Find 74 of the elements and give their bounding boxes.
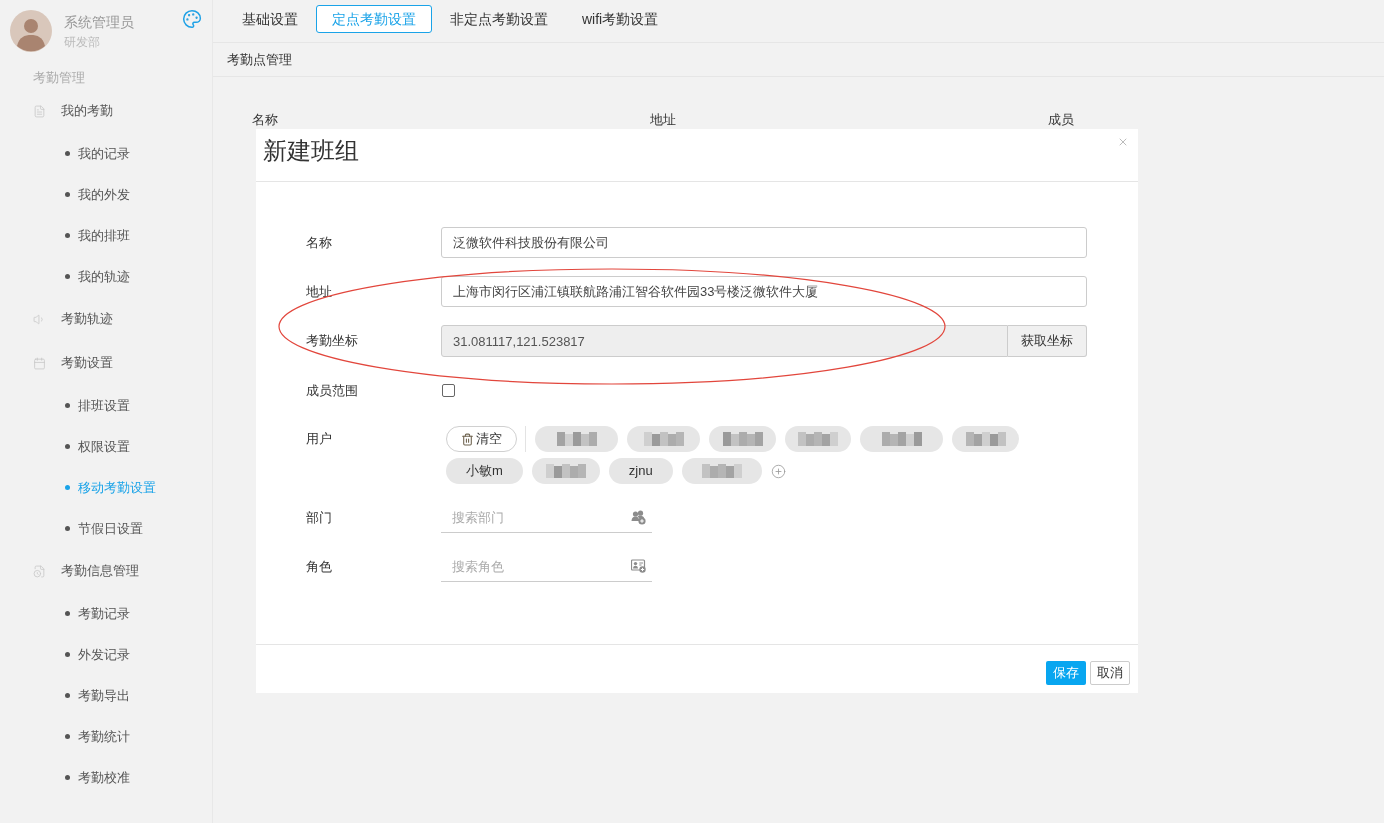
search-field[interactable]: 搜索角色 (441, 551, 652, 582)
bullet-icon (65, 192, 70, 197)
section-heading: 考勤点管理 (227, 50, 292, 69)
bullet-icon (65, 274, 70, 279)
field-label: 部门 (306, 509, 333, 527)
sidebar-subitem[interactable]: 我的排班 (0, 215, 212, 256)
sidebar-subitem[interactable]: 考勤导出 (0, 675, 212, 716)
user-chip: zjnu (608, 458, 673, 484)
speaker-icon (33, 312, 46, 326)
bullet-icon (65, 693, 70, 698)
field-label: 成员范围 (306, 382, 359, 400)
pixelated-blur-icon (798, 432, 838, 446)
sidebar-item[interactable]: 考勤信息管理 (0, 549, 212, 593)
pixelated-blur-icon (881, 432, 922, 446)
document-icon (33, 104, 46, 118)
tab[interactable]: 非定点考勤设置 (434, 5, 564, 33)
close-button[interactable] (1117, 136, 1129, 148)
contact-card-icon (631, 559, 646, 573)
people-add-icon (631, 510, 646, 525)
sidebar-subitem[interactable]: 考勤校准 (0, 757, 212, 798)
bullet-icon (65, 652, 70, 657)
tab[interactable]: wifi考勤设置 (566, 5, 675, 33)
sidebar-subitem[interactable]: 节假日设置 (0, 508, 212, 549)
field-label: 地址 (306, 283, 333, 301)
trash-icon (461, 432, 474, 446)
sidebar-subitem[interactable]: 考勤统计 (0, 716, 212, 757)
field-label: 考勤坐标 (306, 332, 359, 350)
bullet-icon (65, 734, 70, 739)
bullet-icon (65, 775, 70, 780)
tab[interactable]: 基础设置 (226, 5, 314, 33)
sidebar-item[interactable]: 我的考勤 (0, 89, 212, 133)
bullet-icon (65, 485, 70, 490)
add-icon[interactable] (770, 463, 786, 479)
bullet-icon (65, 611, 70, 616)
avatar-icon (10, 10, 52, 52)
dialog-title: 新建班组 (263, 137, 360, 165)
calendar-icon (33, 356, 46, 370)
clear-button[interactable]: 清空 (446, 426, 517, 452)
sidebar-subitem[interactable]: 考勤记录 (0, 593, 212, 634)
field-label: 名称 (306, 234, 333, 252)
sidebar-subitem[interactable]: 我的轨迹 (0, 256, 212, 297)
document-clock-icon (33, 564, 46, 578)
bullet-icon (65, 403, 70, 408)
user-name: 系统管理员 (64, 13, 134, 31)
sidebar-subitem[interactable]: 外发记录 (0, 634, 212, 675)
bullet-icon (65, 151, 70, 156)
bullet-icon (65, 526, 70, 531)
bullet-icon (65, 233, 70, 238)
column-header: 成员 (1048, 112, 1074, 128)
bullet-icon (65, 444, 70, 449)
column-header: 名称 (252, 112, 278, 128)
pixelated-blur-icon (545, 464, 586, 478)
sidebar-subitem[interactable]: 我的记录 (0, 133, 212, 174)
pixelated-blur-icon (722, 432, 763, 446)
sidebar-subitem[interactable]: 权限设置 (0, 426, 212, 467)
sidebar-subitem[interactable]: 我的外发 (0, 174, 212, 215)
pixelated-blur-icon (643, 432, 684, 446)
sidebar-item[interactable]: 考勤轨迹 (0, 297, 212, 341)
close-icon (1117, 136, 1129, 148)
sidebar-item[interactable]: 考勤设置 (0, 341, 212, 385)
pixelated-blur-icon (556, 432, 597, 446)
text-input[interactable]: 泛微软件科技股份有限公司 (441, 227, 1087, 258)
section-title: 考勤管理 (33, 68, 85, 87)
palette-icon[interactable] (182, 9, 202, 29)
checkbox[interactable] (442, 384, 455, 397)
pixelated-blur-icon (701, 464, 742, 478)
column-header: 地址 (650, 112, 676, 128)
field-label: 用户 (306, 430, 333, 448)
field-label: 角色 (306, 558, 333, 576)
cancel-button[interactable]: 取消 (1090, 661, 1130, 685)
pixelated-blur-icon (965, 432, 1006, 446)
sidebar-subitem[interactable]: 排班设置 (0, 385, 212, 426)
text-input[interactable]: 上海市闵行区浦江镇联航路浦江智谷软件园33号楼泛微软件大厦 (441, 276, 1087, 307)
user-chip: 小敏m (446, 458, 523, 484)
